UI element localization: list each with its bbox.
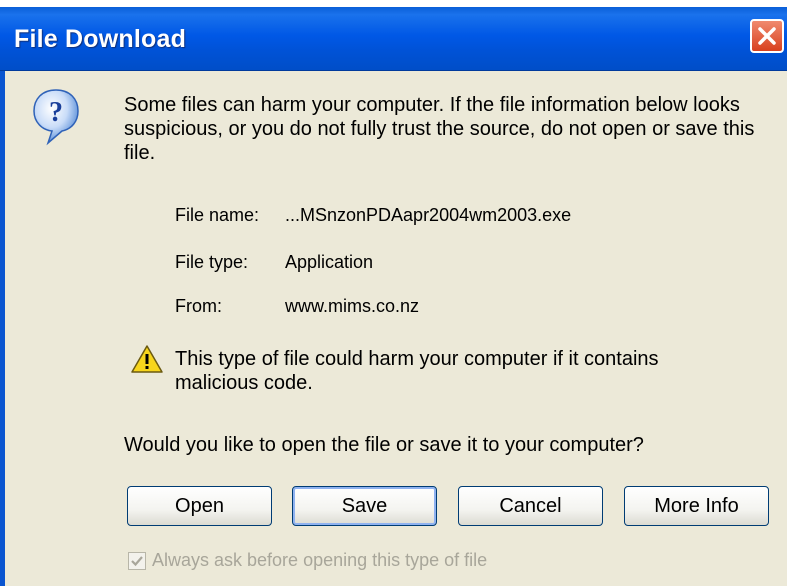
file-name-label: File name: (175, 205, 260, 225)
always-ask-checkbox[interactable] (128, 552, 146, 570)
title-bar[interactable]: File Download (0, 7, 787, 71)
close-icon (758, 27, 776, 45)
file-name-value: ...MSnzonPDAapr2004wm2003.exe (285, 205, 572, 225)
window-left-border (0, 71, 5, 586)
warning-message: This type of file could harm your comput… (175, 348, 659, 394)
svg-text:?: ? (49, 97, 63, 128)
file-type-label: File type: (175, 252, 249, 272)
question-icon: ? (33, 89, 79, 146)
more-info-button[interactable]: More Info (624, 486, 769, 526)
security-message: Some files can harm your computer. If th… (124, 94, 755, 164)
download-question: Would you like to open the file or save … (124, 434, 644, 456)
close-button[interactable] (750, 19, 784, 53)
file-type-value: Application (285, 252, 374, 272)
save-button[interactable]: Save (292, 486, 437, 526)
always-ask-label: Always ask before opening this type of f… (152, 550, 488, 570)
from-value: www.mims.co.nz (285, 296, 420, 316)
file-download-dialog: File Download ? Some files can harm your… (0, 7, 787, 586)
from-label: From: (175, 296, 222, 316)
window-title: File Download (14, 25, 187, 53)
warning-icon (131, 345, 163, 373)
checkmark-icon (131, 556, 143, 567)
open-button[interactable]: Open (127, 486, 272, 526)
cancel-button[interactable]: Cancel (458, 486, 603, 526)
